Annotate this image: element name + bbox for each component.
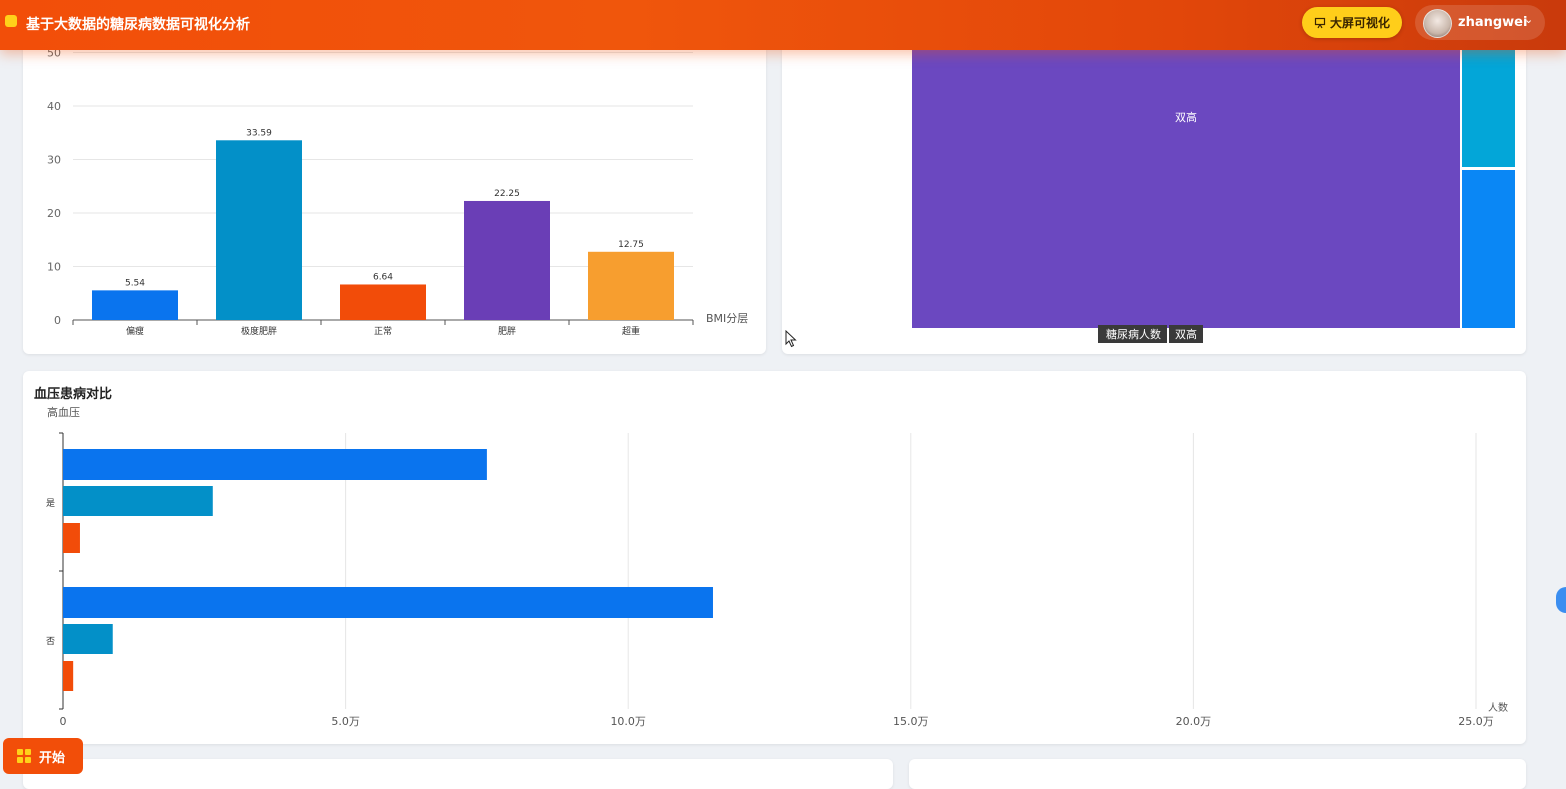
bp-chart-card: 血压患病对比 0 5.0万 10.0万 15.0万 20.0万 25.0万是否高血压 人数 bbox=[23, 371, 1526, 744]
x-axis-label: 人数 bbox=[1488, 701, 1508, 714]
bar bbox=[464, 200, 550, 320]
treemap-block-label: 双高 bbox=[1175, 111, 1197, 124]
y-tick-label: 10 bbox=[47, 261, 61, 274]
x-tick-label: 5.0万 bbox=[331, 715, 360, 728]
avatar bbox=[1423, 9, 1452, 38]
bmi-chart-card: 0 10 20 30 40 50 5.54 偏瘦 33.59 极度肥胖 6.64 正常 22.25 肥胖 1… bbox=[23, 25, 766, 354]
apps-grid-icon bbox=[17, 749, 31, 763]
treemap-block-shuanggao[interactable]: 双高 bbox=[912, 50, 1460, 328]
bar bbox=[63, 624, 113, 654]
bar bbox=[63, 449, 487, 480]
x-axis-label: BMI分层 bbox=[706, 312, 748, 325]
bar-value-label: 6.64 bbox=[373, 272, 393, 282]
x-tick-label: 10.0万 bbox=[610, 715, 646, 728]
username: zhangwei bbox=[1458, 15, 1528, 30]
bar bbox=[92, 290, 178, 320]
breadcrumb-item-root[interactable]: 糖尿病人数 bbox=[1098, 325, 1167, 343]
bar bbox=[216, 140, 302, 320]
y-axis-label: 高血压 bbox=[47, 405, 80, 419]
x-tick-label: 超重 bbox=[622, 325, 640, 337]
y-tick-label: 是 bbox=[46, 498, 55, 509]
x-tick-label: 偏瘦 bbox=[126, 325, 144, 337]
y-tick-label: 40 bbox=[47, 100, 61, 113]
bmi-bar-chart: 010203040505.54偏瘦33.59极度肥胖6.64正常22.25肥胖1… bbox=[47, 47, 748, 338]
bigscreen-button[interactable]: 大屏可视化 bbox=[1302, 7, 1402, 38]
floating-assistant-button[interactable] bbox=[1556, 587, 1566, 613]
bar bbox=[340, 284, 426, 320]
bar bbox=[63, 661, 74, 691]
x-tick-label: 极度肥胖 bbox=[241, 325, 277, 337]
y-tick-label: 否 bbox=[46, 636, 55, 647]
bigscreen-label: 大屏可视化 bbox=[1329, 16, 1390, 30]
treemap-block[interactable] bbox=[1462, 170, 1515, 328]
start-button[interactable]: 开始 bbox=[3, 738, 83, 774]
chevron-down-icon: ⌄ bbox=[1524, 13, 1534, 26]
x-tick-label: 15.0万 bbox=[893, 715, 929, 728]
y-tick-label: 0 bbox=[54, 314, 61, 327]
breadcrumb-item-current[interactable]: 双高 bbox=[1169, 325, 1203, 343]
start-label: 开始 bbox=[39, 750, 66, 766]
app-logo-icon bbox=[5, 15, 17, 27]
mouse-cursor-icon bbox=[785, 330, 797, 348]
treemap-block[interactable] bbox=[1462, 50, 1515, 167]
bottom-right-card bbox=[909, 759, 1526, 789]
bar bbox=[63, 486, 213, 516]
bar-value-label: 22.25 bbox=[494, 189, 520, 199]
treemap-card: 双高 糖尿病人数 双高 bbox=[782, 25, 1526, 354]
x-tick-label: 25.0万 bbox=[1458, 715, 1494, 728]
y-tick-label: 20 bbox=[47, 207, 61, 220]
bar-value-label: 33.59 bbox=[246, 128, 272, 138]
bar bbox=[588, 251, 674, 320]
presentation-icon bbox=[1314, 17, 1326, 28]
app-title: 基于大数据的糖尿病数据可视化分析 bbox=[26, 17, 250, 33]
x-tick-label: 肥胖 bbox=[498, 326, 516, 337]
bar bbox=[63, 587, 713, 618]
x-tick-label: 0 bbox=[60, 715, 67, 728]
treemap-breadcrumb: 糖尿病人数 双高 bbox=[1098, 325, 1203, 343]
bar-value-label: 12.75 bbox=[618, 240, 644, 250]
y-tick-label: 30 bbox=[47, 154, 61, 167]
app-header: 基于大数据的糖尿病数据可视化分析 大屏可视化 zhangwei ⌄ bbox=[0, 0, 1566, 50]
bp-bar-chart: 0 5.0万 10.0万 15.0万 20.0万 25.0万 是否 高血压人数 bbox=[46, 405, 1508, 728]
bottom-left-card bbox=[23, 759, 893, 789]
user-menu[interactable]: zhangwei ⌄ bbox=[1415, 5, 1545, 40]
bar-value-label: 5.54 bbox=[125, 278, 145, 288]
x-tick-label: 20.0万 bbox=[1176, 715, 1212, 728]
bar bbox=[63, 523, 80, 553]
x-tick-label: 正常 bbox=[374, 325, 392, 337]
